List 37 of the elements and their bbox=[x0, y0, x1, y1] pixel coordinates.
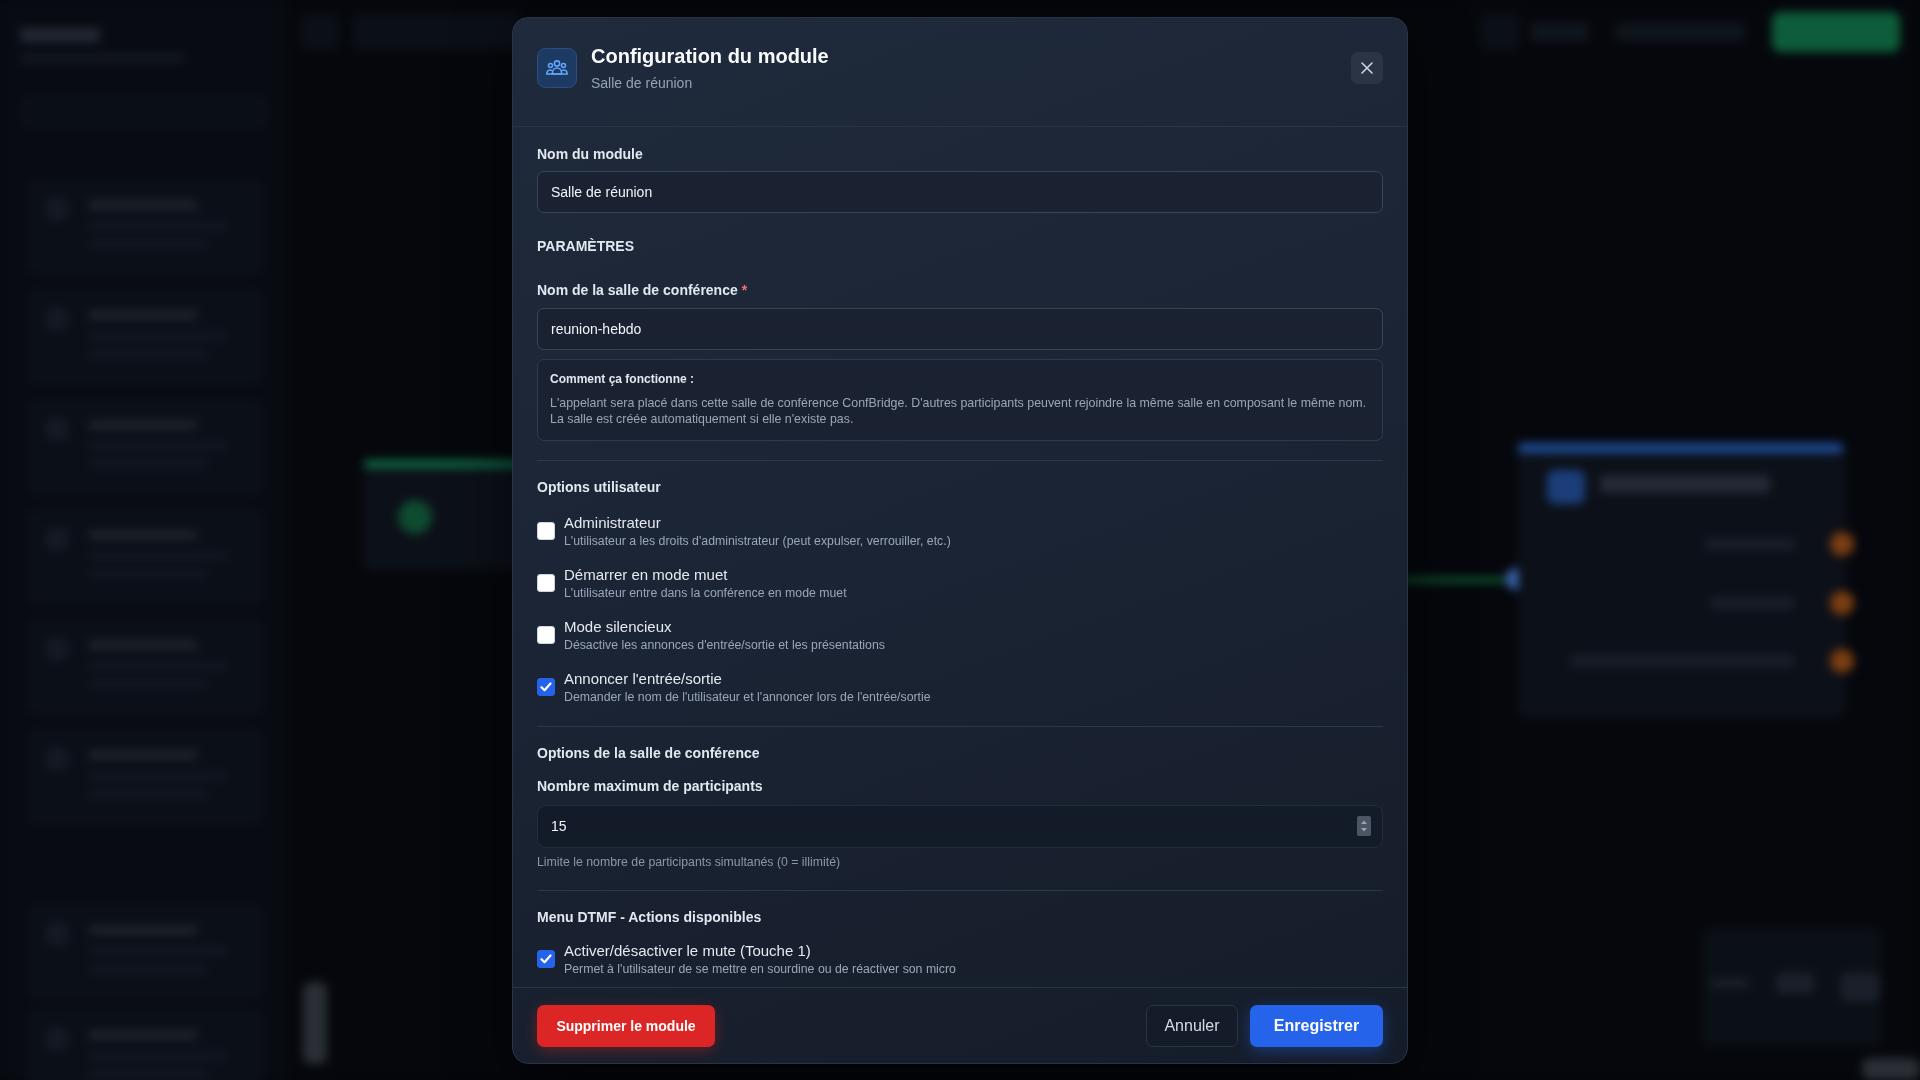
field-hint: Limite le nombre de participants simultanés (0 = illimité) bbox=[537, 853, 841, 870]
users-icon bbox=[537, 47, 577, 88]
option-description: L'utilisateur a les droits d'administrateur (peut expulser, verrouiller, etc.) bbox=[564, 532, 951, 549]
save-button[interactable]: Enregistrer bbox=[1250, 1004, 1383, 1047]
checkbox[interactable] bbox=[537, 678, 555, 696]
text-field[interactable]: reunion-hebdo bbox=[537, 307, 1383, 350]
field-label: Nom de la salle de conférence bbox=[537, 280, 738, 300]
required-mark: * bbox=[741, 280, 748, 300]
checkbox[interactable] bbox=[537, 950, 555, 968]
section-heading: Menu DTMF - Actions disponibles bbox=[537, 907, 762, 927]
number-field[interactable]: 15 bbox=[537, 804, 1383, 848]
section-heading: Options utilisateur bbox=[537, 477, 661, 497]
option-description: Permet à l'utilisateur de se mettre en sourdine ou de réactiver son micro bbox=[564, 960, 956, 977]
cancel-button[interactable]: Annuler bbox=[1146, 1004, 1238, 1047]
checkmark-icon bbox=[540, 954, 552, 964]
option-label: Administrateur bbox=[564, 513, 661, 532]
option-label: Activer/désactiver le mute (Touche 1) bbox=[564, 941, 811, 960]
field-label: Nom du module bbox=[537, 144, 643, 164]
close-button[interactable] bbox=[1351, 51, 1383, 84]
stepper-icon[interactable] bbox=[1357, 815, 1371, 836]
section-heading: Options de la salle de conférence bbox=[537, 743, 760, 763]
delete-button[interactable]: Supprimer le module bbox=[537, 1004, 715, 1047]
option-label: Démarrer en mode muet bbox=[564, 565, 728, 584]
option-label: Annoncer l'entrée/sortie bbox=[564, 669, 722, 688]
checkmark-icon bbox=[540, 682, 552, 692]
close-icon bbox=[1361, 61, 1373, 74]
info-title: Comment ça fonctionne : bbox=[550, 370, 694, 387]
dialog-title: Configuration du module bbox=[591, 43, 829, 69]
field-label: Nombre maximum de participants bbox=[537, 776, 763, 796]
option-description: L'utilisateur entre dans la conférence en mode muet bbox=[564, 584, 847, 601]
option-description: Demander le nom de l'utilisateur et l'annoncer lors de l'entrée/sortie bbox=[564, 688, 931, 705]
dialog-subtitle: Salle de réunion bbox=[591, 73, 693, 93]
option-description: Désactive les annonces d'entrée/sortie et les présentations bbox=[564, 636, 885, 653]
section-heading: PARAMÈTRES bbox=[537, 236, 634, 256]
text-field[interactable]: Salle de réunion bbox=[537, 170, 1383, 213]
info-text: L'appelant sera placé dans cette salle de conférence ConfBridge. D'autres participants peuvent rejoindre la même salle en composant le même nom. La salle est créée automatiquement si elle n'existe pas. bbox=[550, 394, 1368, 427]
option-label: Mode silencieux bbox=[564, 617, 672, 636]
